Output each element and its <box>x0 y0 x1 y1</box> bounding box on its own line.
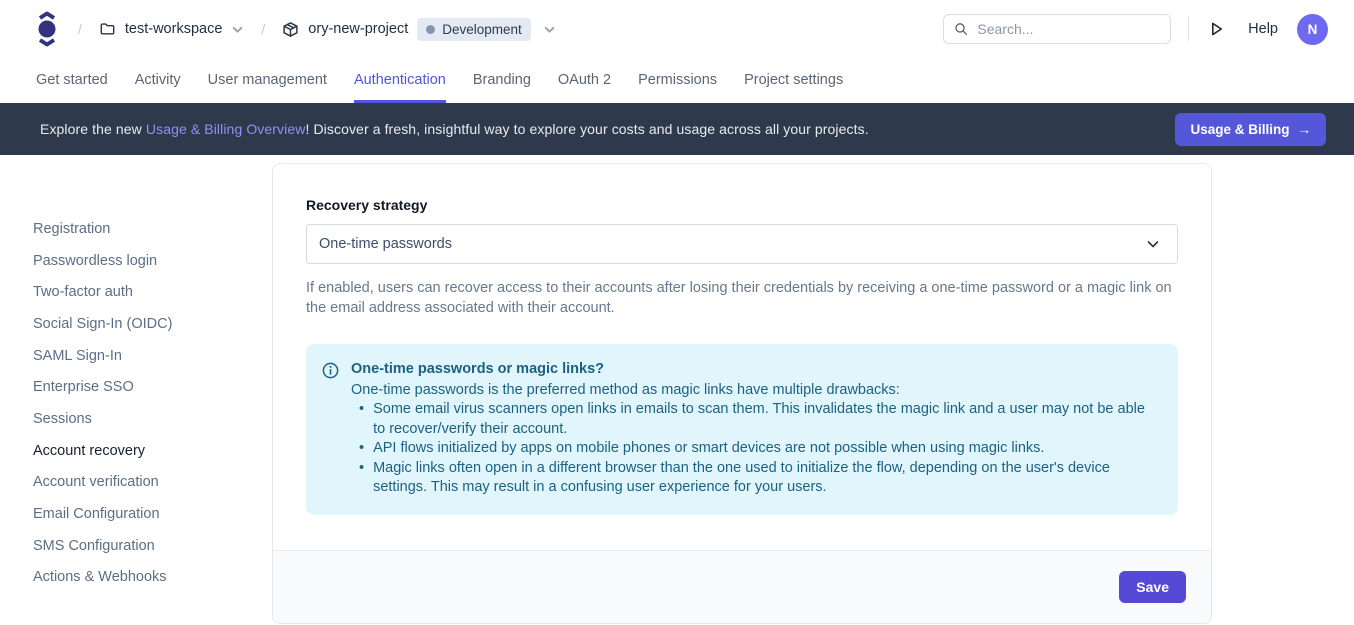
info-box-intro: One-time passwords is the preferred meth… <box>351 381 1158 401</box>
account-recovery-form: Recovery strategy One-time passwords If … <box>273 164 1211 515</box>
sidebar-item-actions-webhooks[interactable]: Actions & Webhooks <box>33 562 272 594</box>
recovery-strategy-label: Recovery strategy <box>306 197 1178 213</box>
environment-badge: Development <box>417 18 531 41</box>
sidebar-item-passwordless-login[interactable]: Passwordless login <box>33 245 272 277</box>
banner-text-before: Explore the new <box>40 121 146 137</box>
usage-billing-overview-link[interactable]: Usage & Billing Overview <box>146 121 306 137</box>
play-button[interactable] <box>1206 18 1227 40</box>
search-box[interactable] <box>943 14 1171 44</box>
tab-get-started[interactable]: Get started <box>36 58 108 103</box>
play-icon <box>1208 20 1225 38</box>
sidebar-item-enterprise-sso[interactable]: Enterprise SSO <box>33 371 272 403</box>
banner-text: Explore the new Usage & Billing Overview… <box>40 121 869 137</box>
info-bullet: • Magic links often open in a different … <box>351 459 1158 498</box>
workspace-switcher[interactable]: test-workspace <box>99 21 245 37</box>
project-nav-tabs: Get started Activity User management Aut… <box>0 58 1354 103</box>
tab-oauth2[interactable]: OAuth 2 <box>558 58 611 103</box>
info-bullet: • API flows initialized by apps on mobil… <box>351 439 1158 459</box>
page-content: Registration Passwordless login Two-fact… <box>0 155 1354 624</box>
breadcrumb: / test-workspace / ory-new-project Devel… <box>33 10 556 48</box>
folder-icon <box>99 21 116 37</box>
bullet-icon: • <box>359 459 364 498</box>
tab-authentication[interactable]: Authentication <box>354 58 446 103</box>
sidebar-item-social-sign-in-oidc[interactable]: Social Sign-In (OIDC) <box>33 308 272 340</box>
project-switcher[interactable]: ory-new-project Development <box>282 18 555 41</box>
banner-text-after: ! Discover a fresh, insightful way to ex… <box>305 121 868 137</box>
sidebar-item-account-verification[interactable]: Account verification <box>33 467 272 499</box>
authentication-sidebar: Registration Passwordless login Two-fact… <box>0 155 272 593</box>
tab-permissions[interactable]: Permissions <box>638 58 717 103</box>
bullet-icon: • <box>359 439 364 459</box>
environment-dot-icon <box>426 25 435 34</box>
sidebar-item-account-recovery[interactable]: Account recovery <box>33 435 272 467</box>
ory-logo-icon <box>33 10 61 48</box>
usage-billing-button-label: Usage & Billing <box>1190 122 1289 137</box>
workspace-name: test-workspace <box>125 21 223 37</box>
bullet-text: Some email virus scanners open links in … <box>373 400 1158 439</box>
environment-label: Development <box>442 22 522 37</box>
help-link[interactable]: Help <box>1248 21 1278 37</box>
ory-logo[interactable] <box>33 10 61 48</box>
breadcrumb-separator: / <box>78 21 82 37</box>
chevron-down-icon <box>543 23 556 36</box>
search-input[interactable] <box>977 21 1160 37</box>
header-actions: Help N <box>943 14 1328 45</box>
recovery-strategy-value: One-time passwords <box>319 236 452 252</box>
avatar[interactable]: N <box>1297 14 1328 45</box>
info-icon <box>322 360 339 498</box>
info-box-content: One-time passwords or magic links? One-t… <box>351 360 1158 498</box>
tab-branding[interactable]: Branding <box>473 58 531 103</box>
usage-billing-banner: Explore the new Usage & Billing Overview… <box>0 103 1354 155</box>
app-header: / test-workspace / ory-new-project Devel… <box>0 0 1354 58</box>
chevron-down-icon <box>231 23 244 36</box>
info-bullet: • Some email virus scanners open links i… <box>351 400 1158 439</box>
bullet-text: API flows initialized by apps on mobile … <box>373 439 1044 459</box>
sidebar-item-email-configuration[interactable]: Email Configuration <box>33 498 272 530</box>
info-box: One-time passwords or magic links? One-t… <box>306 344 1178 515</box>
sidebar-item-saml-sign-in[interactable]: SAML Sign-In <box>33 340 272 372</box>
info-box-title: One-time passwords or magic links? <box>351 360 1158 380</box>
breadcrumb-separator: / <box>261 21 265 37</box>
chevron-down-icon <box>1145 236 1161 252</box>
tab-activity[interactable]: Activity <box>135 58 181 103</box>
header-divider <box>1188 17 1189 41</box>
tab-project-settings[interactable]: Project settings <box>744 58 843 103</box>
package-icon <box>282 21 299 38</box>
info-box-bullets: • Some email virus scanners open links i… <box>351 400 1158 498</box>
bullet-icon: • <box>359 400 364 439</box>
account-recovery-card: Recovery strategy One-time passwords If … <box>272 163 1212 624</box>
sidebar-item-sms-configuration[interactable]: SMS Configuration <box>33 530 272 562</box>
card-footer: Save <box>273 550 1211 623</box>
sidebar-item-sessions[interactable]: Sessions <box>33 403 272 435</box>
arrow-right-icon: → <box>1298 122 1312 137</box>
sidebar-item-two-factor-auth[interactable]: Two-factor auth <box>33 276 272 308</box>
recovery-strategy-select[interactable]: One-time passwords <box>306 224 1178 264</box>
project-name: ory-new-project <box>308 21 408 37</box>
bullet-text: Magic links often open in a different br… <box>373 459 1158 498</box>
usage-billing-button[interactable]: Usage & Billing → <box>1175 113 1326 146</box>
save-button[interactable]: Save <box>1119 571 1186 603</box>
tab-user-management[interactable]: User management <box>208 58 327 103</box>
search-icon <box>954 21 968 37</box>
recovery-strategy-description: If enabled, users can recover access to … <box>306 278 1178 318</box>
sidebar-item-registration[interactable]: Registration <box>33 213 272 245</box>
